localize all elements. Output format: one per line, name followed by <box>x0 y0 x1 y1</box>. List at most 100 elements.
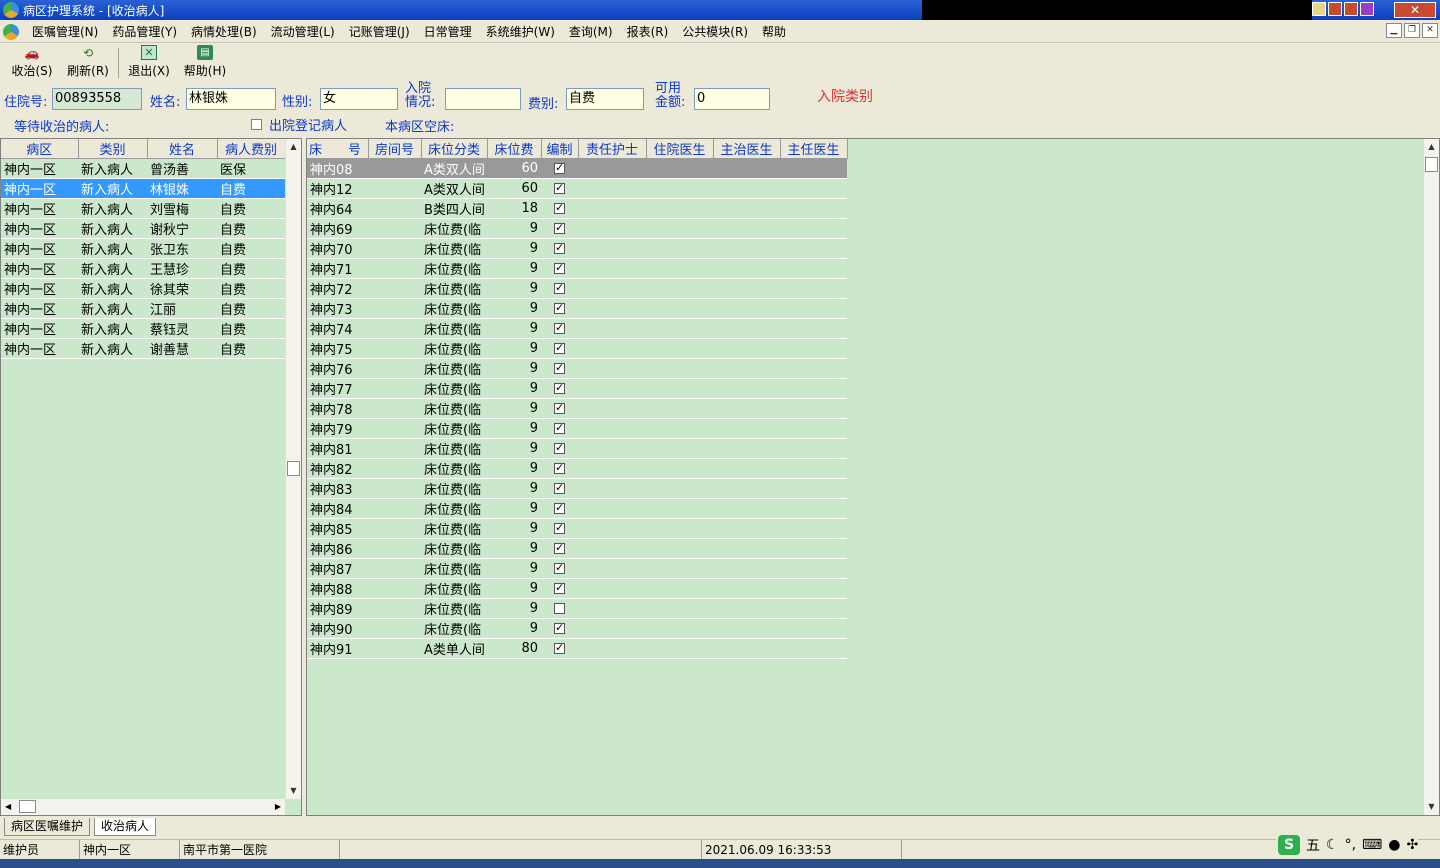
bed-fee-cell[interactable]: 9 <box>487 218 541 239</box>
bed-type-cell[interactable]: 床位费(临 <box>421 498 487 519</box>
resident-cell[interactable] <box>646 538 713 559</box>
bed-fee-cell[interactable]: 9 <box>487 338 541 359</box>
bed-type-cell[interactable]: A类双人间 <box>421 178 487 199</box>
bed-row[interactable]: 神内74 床位费(临 9 <box>307 318 847 339</box>
category-cell[interactable]: 新入病人 <box>78 198 147 219</box>
name-cell[interactable]: 林银姝 <box>147 178 217 199</box>
bed-row[interactable]: 神内82 床位费(临 9 <box>307 458 847 479</box>
ime-toolbar[interactable]: S 五 ☾ °, ⌨ ● ✣ <box>1276 834 1419 856</box>
col-header-bed-fee[interactable]: 床位费 <box>487 139 542 159</box>
staffed-checkbox[interactable] <box>554 181 565 194</box>
bed-number-cell[interactable]: 神内86 <box>307 538 368 559</box>
resident-cell[interactable] <box>646 418 713 439</box>
staffed-checkbox[interactable] <box>554 421 565 434</box>
menu-orders[interactable]: 医嘱管理(N) <box>25 23 105 40</box>
attending-cell[interactable] <box>713 398 780 419</box>
attending-cell[interactable] <box>713 538 780 559</box>
room-cell[interactable] <box>368 478 421 499</box>
bed-fee-cell[interactable]: 9 <box>487 318 541 339</box>
resident-cell[interactable] <box>646 258 713 279</box>
mail-icon[interactable] <box>1312 2 1326 16</box>
chief-cell[interactable] <box>780 518 847 539</box>
bed-number-cell[interactable]: 神内64 <box>307 198 368 219</box>
bed-fee-cell[interactable]: 9 <box>487 498 541 519</box>
nurse-cell[interactable] <box>578 498 646 519</box>
room-cell[interactable] <box>368 338 421 359</box>
attending-cell[interactable] <box>713 638 780 659</box>
room-cell[interactable] <box>368 418 421 439</box>
fee-type-cell[interactable]: 自费 <box>217 338 285 359</box>
name-cell[interactable]: 谢秋宁 <box>147 218 217 239</box>
resident-cell[interactable] <box>646 478 713 499</box>
attending-cell[interactable] <box>713 458 780 479</box>
bed-number-cell[interactable]: 神内91 <box>307 638 368 659</box>
resident-cell[interactable] <box>646 438 713 459</box>
room-cell[interactable] <box>368 318 421 339</box>
attending-cell[interactable] <box>713 618 780 639</box>
staffed-checkbox[interactable] <box>554 381 565 394</box>
ward-cell[interactable]: 神内一区 <box>1 178 78 199</box>
bed-number-cell[interactable]: 神内81 <box>307 438 368 459</box>
staffed-checkbox[interactable] <box>554 281 565 294</box>
chief-cell[interactable] <box>780 538 847 559</box>
chief-cell[interactable] <box>780 278 847 299</box>
nurse-cell[interactable] <box>578 238 646 259</box>
fee-type-cell[interactable]: 自费 <box>217 238 285 259</box>
bed-row[interactable]: 神内72 床位费(临 9 <box>307 278 847 299</box>
attending-cell[interactable] <box>713 498 780 519</box>
resident-cell[interactable] <box>646 298 713 319</box>
room-cell[interactable] <box>368 578 421 599</box>
grid-icon[interactable]: ✣ <box>1406 837 1418 853</box>
resident-cell[interactable] <box>646 518 713 539</box>
chief-cell[interactable] <box>780 638 847 659</box>
bed-row[interactable]: 神内08 A类双人间 60 <box>307 158 847 179</box>
bed-type-cell[interactable]: 床位费(临 <box>421 618 487 639</box>
waiting-patient-row[interactable]: 神内一区 新入病人 江丽 自费 <box>1 298 285 319</box>
waiting-hscroll[interactable]: ◀ ▶ <box>1 799 285 815</box>
nurse-cell[interactable] <box>578 278 646 299</box>
staffed-checkbox[interactable] <box>554 161 565 174</box>
nurse-cell[interactable] <box>578 538 646 559</box>
bed-number-cell[interactable]: 神内75 <box>307 338 368 359</box>
resident-cell[interactable] <box>646 618 713 639</box>
col-header-category[interactable]: 类别 <box>78 139 148 159</box>
ward-cell[interactable]: 神内一区 <box>1 278 78 299</box>
bed-type-cell[interactable]: 床位费(临 <box>421 398 487 419</box>
tab-admit-patients[interactable]: 收治病人 <box>94 818 157 836</box>
ward-cell[interactable]: 神内一区 <box>1 258 78 279</box>
fee-type-cell[interactable]: 自费 <box>217 318 285 339</box>
bed-number-cell[interactable]: 神内77 <box>307 378 368 399</box>
bed-fee-cell[interactable]: 9 <box>487 378 541 399</box>
bed-row[interactable]: 神内81 床位费(临 9 <box>307 438 847 459</box>
mdi-close-icon[interactable]: ✕ <box>1422 23 1438 38</box>
scroll-up-icon[interactable]: ▲ <box>286 139 301 155</box>
menu-billing[interactable]: 记账管理(J) <box>342 23 417 40</box>
nurse-cell[interactable] <box>578 478 646 499</box>
scroll-down-icon[interactable]: ▼ <box>286 783 301 799</box>
bed-row[interactable]: 神内83 床位费(临 9 <box>307 478 847 499</box>
scroll-thumb[interactable] <box>287 461 300 476</box>
bed-type-cell[interactable]: 床位费(临 <box>421 418 487 439</box>
attending-cell[interactable] <box>713 478 780 499</box>
nurse-cell[interactable] <box>578 178 646 199</box>
bed-number-cell[interactable]: 神内69 <box>307 218 368 239</box>
bed-type-cell[interactable]: 床位费(临 <box>421 478 487 499</box>
name-cell[interactable]: 张卫东 <box>147 238 217 259</box>
chief-cell[interactable] <box>780 478 847 499</box>
bed-row[interactable]: 神内69 床位费(临 9 <box>307 218 847 239</box>
resident-cell[interactable] <box>646 498 713 519</box>
room-cell[interactable] <box>368 278 421 299</box>
resident-cell[interactable] <box>646 358 713 379</box>
bed-fee-cell[interactable]: 9 <box>487 358 541 379</box>
extra-icon[interactable] <box>1360 2 1374 16</box>
col-header-fee-type[interactable]: 病人费别 <box>217 139 286 159</box>
staffed-checkbox[interactable] <box>554 461 565 474</box>
room-cell[interactable] <box>368 498 421 519</box>
resident-cell[interactable] <box>646 578 713 599</box>
nurse-cell[interactable] <box>578 378 646 399</box>
room-cell[interactable] <box>368 378 421 399</box>
room-cell[interactable] <box>368 358 421 379</box>
bed-row[interactable]: 神内71 床位费(临 9 <box>307 258 847 279</box>
resident-cell[interactable] <box>646 598 713 619</box>
attending-cell[interactable] <box>713 418 780 439</box>
